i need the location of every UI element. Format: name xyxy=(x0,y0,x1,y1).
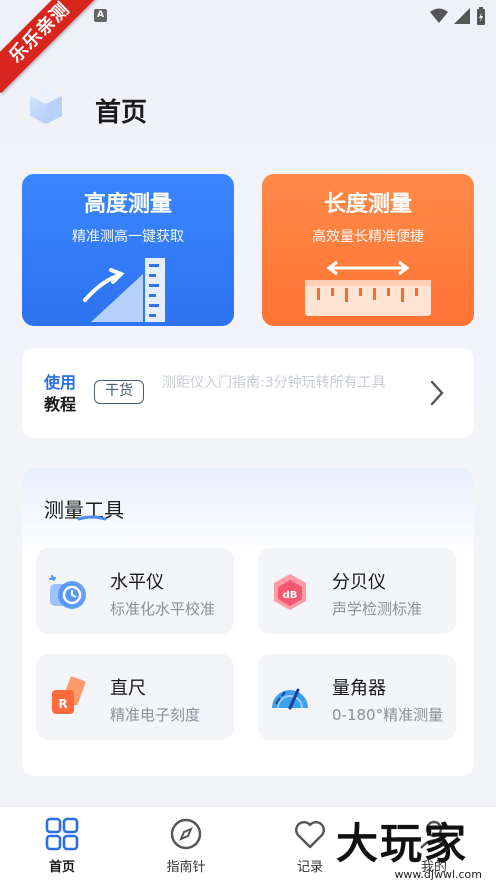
status-icons xyxy=(430,7,486,25)
height-ruler-icon xyxy=(83,258,165,322)
nav-label: 指南针 xyxy=(166,860,206,875)
app-logo-icon xyxy=(30,88,62,124)
watermark: 大玩家 www.djwwl.com xyxy=(322,806,492,883)
tool-desc: 0-180°精准测量 xyxy=(332,706,444,724)
tool-protractor[interactable]: 量角器 0-180°精准测量 xyxy=(258,654,456,740)
title-underline-icon xyxy=(77,515,107,521)
tool-name: 直尺 xyxy=(110,678,146,699)
home-grid-icon xyxy=(45,817,79,851)
tool-name: 水平仪 xyxy=(110,572,164,593)
tutorial-label-line1: 使用 xyxy=(44,373,77,392)
tutorial-text: 测距仪入门指南:3分钟玩转所有工具 xyxy=(162,375,386,391)
length-ruler-icon xyxy=(305,260,431,316)
level-icon xyxy=(49,575,86,609)
battery-icon xyxy=(477,7,485,25)
watermark-text: 大玩家 xyxy=(335,819,468,868)
length-card-subtitle: 高效量长精准便捷 xyxy=(312,229,424,245)
height-measure-card[interactable]: 高度测量 精准测高一键获取 xyxy=(22,174,234,326)
length-card-title: 长度测量 xyxy=(323,192,412,217)
tools-panel: 测量工具 水平仪 标准化水平校准 dB 分贝仪 声学检测标准 R 直尺 精准电子… xyxy=(22,468,474,776)
chevron-right-icon[interactable] xyxy=(430,380,444,406)
nav-label: 首页 xyxy=(48,860,75,875)
page-title: 首页 xyxy=(95,98,148,128)
compass-icon xyxy=(170,818,202,850)
tutorial-label-line2: 教程 xyxy=(44,395,77,414)
tool-name: 分贝仪 xyxy=(332,572,386,593)
tool-level[interactable]: 水平仪 标准化水平校准 xyxy=(36,548,234,634)
nav-compass[interactable]: 指南针 xyxy=(146,817,226,875)
svg-text:R: R xyxy=(58,697,67,711)
signal-icon xyxy=(454,8,470,24)
height-card-subtitle: 精准测高一键获取 xyxy=(72,229,184,245)
watermark-url: www.djwwl.com xyxy=(394,868,482,881)
wifi-icon xyxy=(430,8,448,23)
tool-name: 量角器 xyxy=(332,678,386,699)
tutorial-tag: 干货 xyxy=(94,380,144,404)
tool-desc: 声学检测标准 xyxy=(332,600,423,618)
tutorial-label: 使用 教程 xyxy=(44,372,84,416)
ruler-icon: R xyxy=(52,676,86,714)
protractor-icon xyxy=(272,688,308,710)
tool-decibel[interactable]: dB 分贝仪 声学检测标准 xyxy=(258,548,456,634)
tool-ruler[interactable]: R 直尺 精准电子刻度 xyxy=(36,654,234,740)
tutorial-banner[interactable]: 使用 教程 干货 测距仪入门指南:3分钟玩转所有工具 xyxy=(22,348,474,438)
nav-home[interactable]: 首页 xyxy=(22,817,102,875)
tool-desc: 标准化水平校准 xyxy=(110,600,216,618)
height-card-title: 高度测量 xyxy=(83,192,172,217)
tool-desc: 精准电子刻度 xyxy=(110,706,201,724)
decibel-icon: dB xyxy=(274,574,306,610)
length-measure-card[interactable]: 长度测量 高效量长精准便捷 xyxy=(262,174,474,326)
notification-icon: A xyxy=(94,9,107,22)
svg-text:dB: dB xyxy=(283,590,298,601)
